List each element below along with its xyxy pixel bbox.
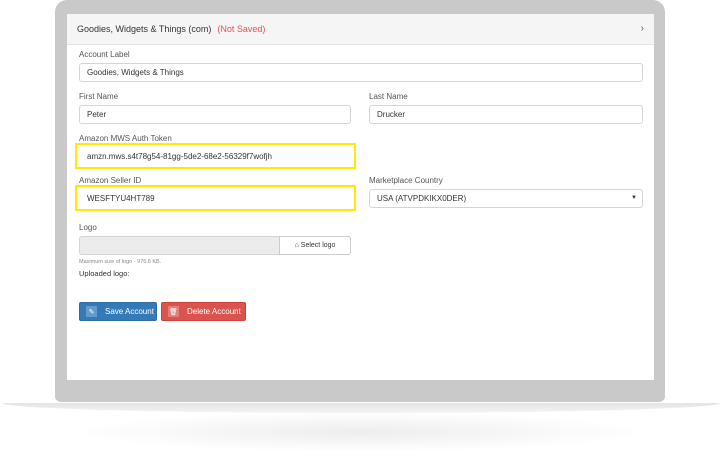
chevron-right-icon[interactable]: › [641,23,644,34]
seller-id-label: Amazon Seller ID [79,176,142,185]
last-name-label: Last Name [369,92,408,101]
marketplace-select[interactable]: USA (ATVPDKIKX0DER) ▼ [369,189,643,208]
save-account-label: Save Account [105,307,154,316]
delete-account-button[interactable]: 🗑 Delete Account [161,302,246,321]
account-label-label: Account Label [79,50,130,59]
not-saved-status: (Not Saved) [217,24,266,34]
save-account-button[interactable]: ✎ Save Account [79,302,157,321]
logo-label: Logo [79,223,97,232]
first-name-label: First Name [79,92,119,101]
select-logo-label: Select logo [300,242,336,249]
logo-size-hint: Maximum size of logo - 976.6 KB. [79,259,162,265]
panel-header[interactable]: Goodies, Widgets & Things (com) (Not Sav… [67,14,654,45]
edit-icon: ✎ [86,306,97,317]
uploaded-logo-label: Uploaded logo: [79,269,130,278]
first-name-input[interactable]: Peter [79,105,351,124]
delete-account-label: Delete Account [187,307,241,316]
account-editor: Goodies, Widgets & Things (com) (Not Sav… [67,14,654,380]
auth-token-label: Amazon MWS Auth Token [79,134,172,143]
marketplace-label: Marketplace Country [369,176,443,185]
account-label-input[interactable]: Goodies, Widgets & Things [79,63,643,82]
panel-title: Goodies, Widgets & Things (com) [77,24,212,34]
trash-icon: 🗑 [168,306,179,317]
last-name-input[interactable]: Drucker [369,105,643,124]
account-panel: Goodies, Widgets & Things (com) (Not Sav… [67,14,654,322]
upload-tray-icon: ⌂ [294,242,299,249]
laptop-shadow [70,412,650,452]
dropdown-arrow-icon: ▼ [631,195,637,201]
auth-token-input[interactable]: amzn.mws.s4t78g54-81gg-5de2-68e2-56329f7… [79,147,351,166]
select-logo-button[interactable]: ⌂ Select logo [279,236,351,255]
seller-id-input[interactable]: WESFTYU4HT789 [79,189,351,208]
marketplace-selected-value: USA (ATVPDKIKX0DER) [377,194,467,203]
